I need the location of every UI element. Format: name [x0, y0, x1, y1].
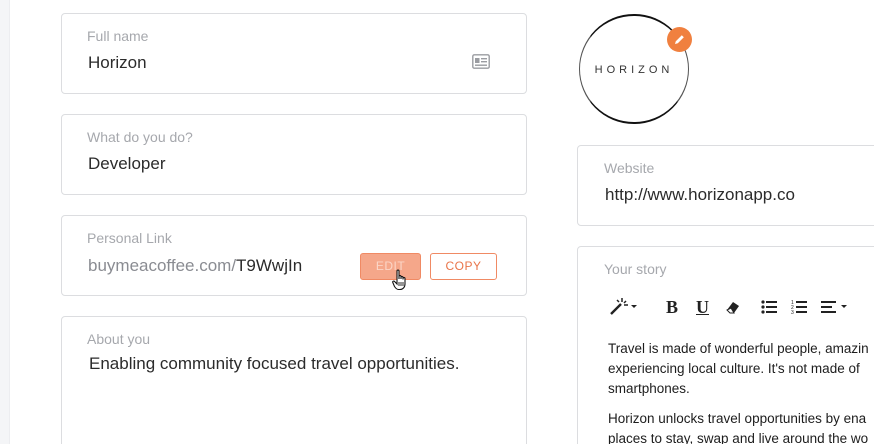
- bullet-list-icon[interactable]: [761, 299, 777, 321]
- about-you-field[interactable]: About you Enabling community focused tra…: [61, 316, 527, 444]
- edit-link-button[interactable]: EDIT: [360, 253, 421, 280]
- id-card-icon: [472, 54, 490, 69]
- personal-link-field: Personal Link buymeacoffee.com/T9WwjIn E…: [61, 215, 527, 296]
- personal-link-value: buymeacoffee.com/T9WwjIn: [88, 256, 302, 276]
- what-do-you-do-label: What do you do?: [87, 129, 193, 145]
- align-icon[interactable]: [821, 300, 851, 322]
- story-paragraph-2: Horizon unlocks travel opportunities by …: [608, 409, 874, 444]
- story-line: smartphones.: [608, 381, 690, 396]
- pencil-icon: [675, 35, 684, 44]
- what-do-you-do-field[interactable]: What do you do? Developer: [61, 114, 527, 195]
- profile-edit-page: Full name Horizon What do you do? Develo…: [0, 0, 874, 444]
- bold-icon[interactable]: B: [666, 297, 678, 319]
- full-name-label: Full name: [87, 28, 149, 44]
- copy-link-button[interactable]: COPY: [430, 253, 497, 280]
- story-line: experiencing local culture. It's not mad…: [608, 361, 860, 376]
- about-you-label: About you: [87, 331, 151, 347]
- story-line: Horizon unlocks travel opportunities by …: [608, 411, 867, 426]
- full-name-field[interactable]: Full name Horizon: [61, 13, 527, 94]
- magic-wand-icon[interactable]: [608, 297, 638, 319]
- story-editor[interactable]: Travel is made of wonderful people, amaz…: [608, 339, 874, 444]
- underline-icon[interactable]: U: [696, 297, 709, 319]
- about-you-value[interactable]: Enabling community focused travel opport…: [89, 354, 459, 374]
- story-field: Your story B U 1 2 3 Travel is made of w…: [577, 246, 874, 444]
- website-value[interactable]: http://www.horizonapp.co: [605, 185, 795, 205]
- story-line: Travel is made of wonderful people, amaz…: [608, 341, 869, 356]
- website-label: Website: [604, 160, 655, 176]
- editor-toolbar: B U 1 2 3: [608, 297, 874, 321]
- svg-text:3: 3: [791, 310, 794, 315]
- logo-text: HORIZON: [594, 64, 674, 76]
- numbered-list-icon[interactable]: 1 2 3: [791, 299, 807, 321]
- eraser-icon[interactable]: [726, 300, 740, 322]
- personal-link-slug: T9WwjIn: [236, 256, 303, 275]
- website-field[interactable]: Website http://www.horizonapp.co: [577, 145, 874, 226]
- personal-link-prefix: buymeacoffee.com/: [88, 256, 237, 275]
- story-line: places to stay, swap and live around the…: [608, 431, 869, 444]
- sidebar-strip: [0, 0, 10, 444]
- what-do-you-do-value[interactable]: Developer: [88, 154, 166, 174]
- full-name-value[interactable]: Horizon: [88, 53, 147, 73]
- story-label: Your story: [604, 261, 667, 277]
- hand-cursor-icon: [392, 269, 406, 291]
- personal-link-label: Personal Link: [87, 230, 172, 246]
- story-paragraph-1: Travel is made of wonderful people, amaz…: [608, 339, 874, 399]
- edit-avatar-button[interactable]: [667, 27, 692, 52]
